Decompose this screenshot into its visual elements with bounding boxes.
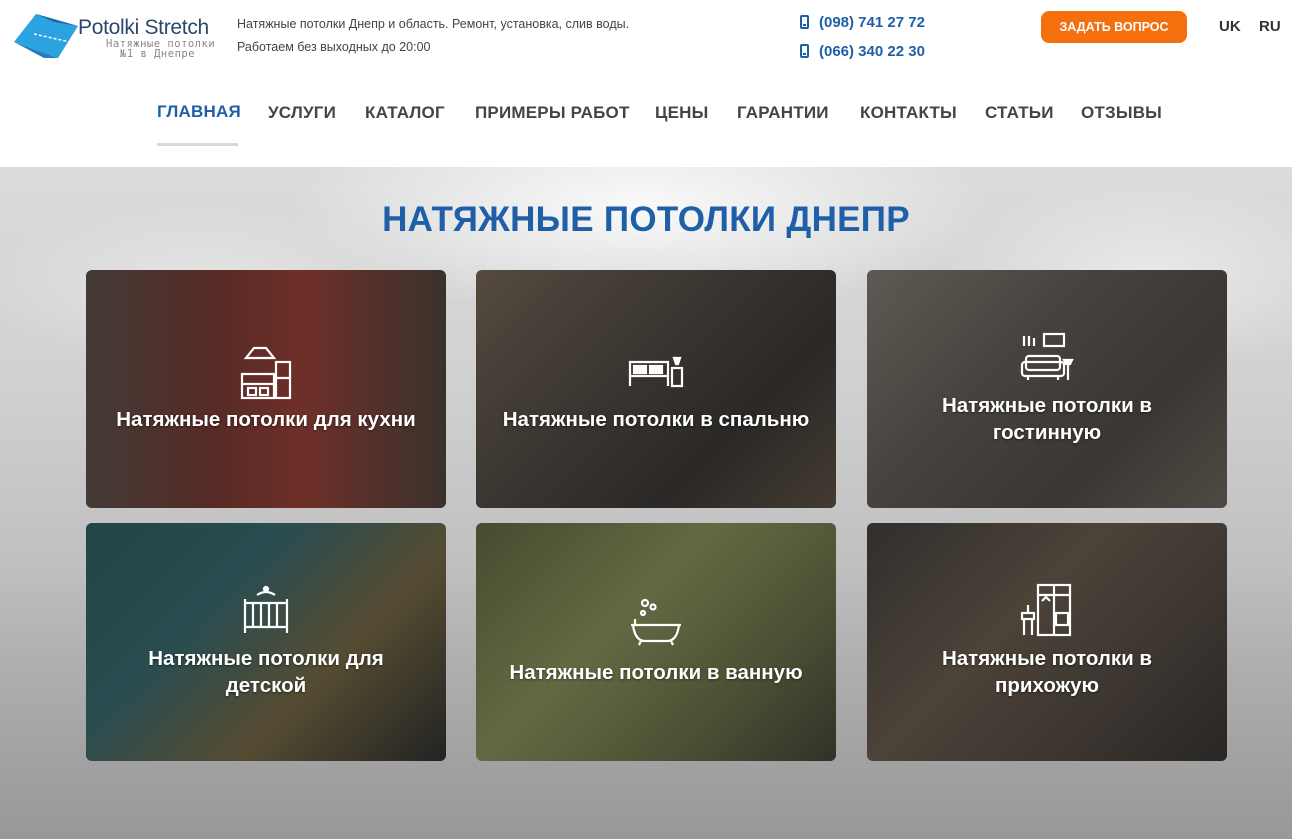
kitchen-icon bbox=[240, 346, 292, 400]
category-card-kitchen[interactable]: Натяжные потолки для кухни bbox=[86, 270, 446, 508]
nav-active-underline bbox=[157, 143, 238, 146]
nav-item-catalog[interactable]: КАТАЛОГ bbox=[365, 103, 445, 123]
card-label: Натяжные потолки в ванную bbox=[509, 661, 803, 684]
nav-item-prices[interactable]: ЦЕНЫ bbox=[655, 103, 708, 123]
logo-name: Potolki Stretch bbox=[78, 16, 209, 39]
card-overlay bbox=[867, 270, 1227, 508]
site-header: Potolki Stretch Натяжные потолки №1 в Дн… bbox=[0, 0, 1292, 167]
nav-item-portfolio[interactable]: ПРИМЕРЫ РАБОТ bbox=[475, 103, 630, 123]
main-nav: ГЛАВНАЯ УСЛУГИ КАТАЛОГ ПРИМЕРЫ РАБОТ ЦЕН… bbox=[0, 100, 1292, 148]
wardrobe-icon bbox=[1020, 583, 1072, 637]
nav-item-articles[interactable]: СТАТЬИ bbox=[985, 103, 1054, 123]
card-label: Натяжные потолки для кухни bbox=[116, 408, 416, 431]
nav-item-services[interactable]: УСЛУГИ bbox=[268, 103, 336, 123]
nav-item-guarantees[interactable]: ГАРАНТИИ bbox=[737, 103, 829, 123]
card-label: Натяжные потолки в спальню bbox=[502, 408, 810, 431]
header-description: Натяжные потолки Днепр и область. Ремонт… bbox=[237, 17, 630, 31]
lang-switch-uk[interactable]: UK bbox=[1219, 18, 1241, 35]
sofa-icon bbox=[1020, 332, 1074, 380]
nav-item-reviews[interactable]: ОТЗЫВЫ bbox=[1081, 103, 1162, 123]
phone-link-1[interactable]: (098) 741 27 72 bbox=[800, 13, 925, 31]
phone-number: (098) 741 27 72 bbox=[819, 13, 925, 31]
page-title: НАТЯЖНЫЕ ПОТОЛКИ ДНЕПР bbox=[382, 200, 910, 239]
ask-question-button[interactable]: ЗАДАТЬ ВОПРОС bbox=[1041, 11, 1187, 43]
category-card-hallway[interactable]: Натяжные потолки в прихожую bbox=[867, 523, 1227, 761]
card-label: Натяжные потолки в bbox=[941, 394, 1153, 417]
mobile-phone-icon bbox=[800, 44, 809, 58]
logo-tagline-number: №1 в Днепре bbox=[120, 48, 196, 60]
card-label-line2: гостинную bbox=[992, 421, 1102, 444]
card-overlay bbox=[476, 270, 836, 508]
category-card-bathroom[interactable]: Натяжные потолки в ванную bbox=[476, 523, 836, 761]
mobile-phone-icon bbox=[800, 15, 809, 29]
bathtub-icon bbox=[631, 598, 681, 646]
category-card-nursery[interactable]: Натяжные потолки для детской bbox=[86, 523, 446, 761]
category-card-bedroom[interactable]: Натяжные потолки в спальню bbox=[476, 270, 836, 508]
card-label: Натяжные потолки в bbox=[941, 647, 1153, 670]
phone-link-2[interactable]: (066) 340 22 30 bbox=[800, 42, 925, 60]
nav-item-home[interactable]: ГЛАВНАЯ bbox=[157, 102, 241, 122]
site-logo[interactable]: Potolki Stretch Натяжные потолки №1 в Дн… bbox=[14, 12, 229, 62]
card-label-line2: детской bbox=[225, 674, 307, 697]
card-label: Натяжные потолки для bbox=[148, 647, 384, 670]
category-card-living-room[interactable]: Натяжные потолки в гостинную bbox=[867, 270, 1227, 508]
bed-icon bbox=[628, 356, 684, 388]
card-overlay bbox=[867, 523, 1227, 761]
lang-switch-ru[interactable]: RU bbox=[1259, 18, 1281, 35]
card-overlay bbox=[86, 523, 446, 761]
crib-icon bbox=[243, 585, 289, 633]
nav-item-contacts[interactable]: КОНТАКТЫ bbox=[860, 103, 957, 123]
working-hours: Работаем без выходных до 20:00 bbox=[237, 40, 431, 54]
logo-icon bbox=[14, 14, 78, 58]
card-label-line2: прихожую bbox=[994, 674, 1100, 697]
hero-section: НАТЯЖНЫЕ ПОТОЛКИ ДНЕПР Натяжные потолки … bbox=[0, 167, 1292, 839]
phone-number: (066) 340 22 30 bbox=[819, 42, 925, 60]
